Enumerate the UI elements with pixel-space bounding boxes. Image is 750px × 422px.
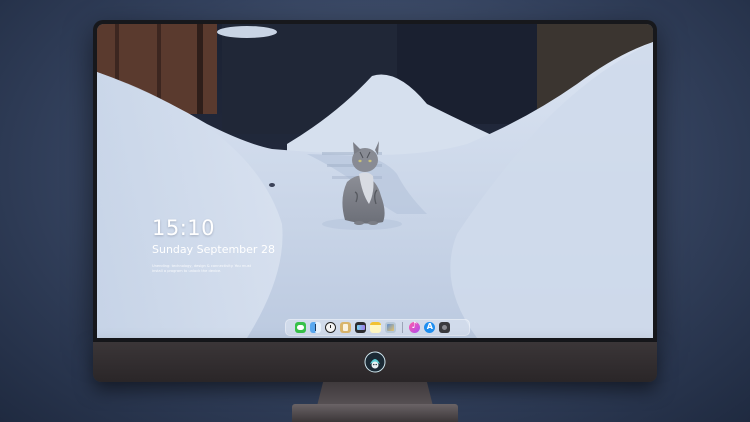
finder-icon[interactable] [310, 322, 321, 333]
dock [285, 319, 470, 336]
notes-icon[interactable] [370, 322, 381, 333]
final-cut-icon[interactable] [355, 322, 366, 333]
camera-icon[interactable] [439, 322, 450, 333]
music-icon[interactable] [409, 321, 420, 333]
brand-logo-icon [364, 351, 386, 373]
app-store-icon[interactable] [424, 322, 435, 333]
lock-clock: 15:10 [152, 216, 216, 240]
monitor-chin [93, 342, 657, 382]
preview-icon[interactable] [385, 322, 396, 333]
clock-icon[interactable] [325, 322, 336, 333]
contacts-icon[interactable] [340, 322, 351, 333]
lock-notice: Unending: technology, design & connectiv… [152, 264, 251, 273]
dock-separator [402, 322, 403, 333]
wallpaper-snow-cat [97, 24, 653, 338]
lock-info: 15:10 Sunday September 28 Unending: tech… [152, 216, 275, 274]
monitor-bezel: 15:10 Sunday September 28 Unending: tech… [93, 20, 657, 342]
monitor-stand-base [292, 404, 458, 422]
lock-date: Sunday September 28 [152, 243, 275, 256]
monitor: 15:10 Sunday September 28 Unending: tech… [93, 20, 657, 410]
messages-icon[interactable] [295, 322, 306, 333]
lock-screen[interactable]: 15:10 Sunday September 28 Unending: tech… [97, 24, 653, 338]
